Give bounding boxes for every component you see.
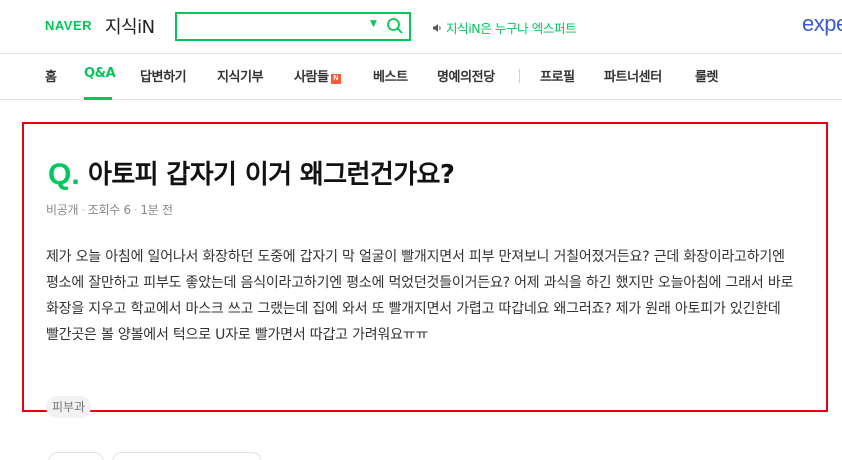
main-nav: 홈 Q&A 답변하기 지식기부 사람들 N 베스트 명예의전당 프로필 파트너센터… — [0, 54, 842, 100]
nav-item-people-label: 사람들 — [294, 70, 329, 85]
nav-divider — [519, 69, 520, 83]
nav-item-hall-of-fame[interactable]: 명예의전당 — [437, 66, 495, 85]
promo-text: 지식iN은 누구나 엑스퍼트 — [446, 21, 577, 36]
nav-item-home[interactable]: 홈 — [45, 66, 57, 85]
global-header: NAVER 지식iN ▼ 지식iN은 누구나 엑스퍼트 expe — [0, 0, 842, 54]
kin-logo[interactable]: 지식iN — [105, 13, 155, 39]
question-title: 아토피 갑자기 이거 왜그런건가요? — [88, 160, 455, 190]
action-button[interactable] — [48, 452, 104, 460]
view-count: 조회수 6 — [87, 203, 131, 217]
expert-promo-link[interactable]: 지식iN은 누구나 엑스퍼트 — [432, 18, 577, 37]
question-meta: 비공개 · 조회수 6 · 1분 전 — [46, 203, 173, 217]
naver-logo[interactable]: NAVER — [45, 18, 92, 33]
question-card: Q. 아토피 갑자기 이거 왜그런건가요? 비공개 · 조회수 6 · 1분 전 제가 … — [22, 122, 828, 418]
action-button[interactable] — [112, 452, 262, 460]
nav-item-partner-center[interactable]: 파트너센터 — [604, 66, 662, 85]
nav-item-answer[interactable]: 답변하기 — [140, 66, 187, 85]
author-name: 비공개 — [46, 203, 79, 217]
partner-brand-logo[interactable]: expe — [802, 11, 842, 37]
category-tag[interactable]: 피부과 — [46, 396, 92, 418]
nav-item-people[interactable]: 사람들 N — [294, 66, 341, 85]
speaker-icon — [432, 21, 442, 36]
new-badge: N — [330, 74, 341, 84]
nav-item-best[interactable]: 베스트 — [373, 66, 408, 85]
search-options-arrow-icon[interactable]: ▼ — [370, 19, 377, 29]
nav-item-donate[interactable]: 지식기부 — [217, 66, 264, 85]
nav-item-qna[interactable]: Q&A — [84, 66, 116, 81]
post-time: 1분 전 — [140, 203, 173, 217]
search-input[interactable] — [183, 17, 363, 36]
question-body: 제가 오늘 아침에 일어나서 화장하던 도중에 갑자기 막 얼굴이 빨개지면서 … — [46, 249, 794, 343]
search-icon[interactable] — [386, 17, 404, 36]
search-box: ▼ — [175, 12, 411, 41]
active-tab-indicator — [84, 97, 112, 100]
nav-item-profile[interactable]: 프로필 — [540, 66, 575, 85]
nav-item-roulette[interactable]: 룰렛 — [695, 66, 719, 85]
question-mark-icon: Q. — [48, 158, 80, 191]
